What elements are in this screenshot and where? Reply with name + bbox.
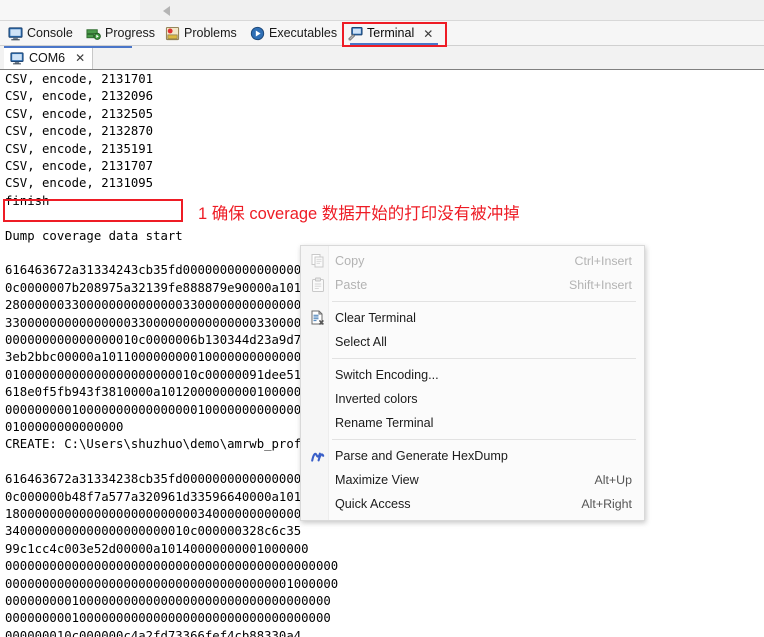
terminal-session-tab-bar: COM6 ✕ <box>0 46 764 70</box>
context-menu-item-inverted-colors[interactable]: Inverted colors <box>301 387 644 411</box>
terminal-output-line: 0000000000000000000000000000000000000000… <box>5 559 339 574</box>
context-menu-item-switch-encoding[interactable]: Switch Encoding... <box>301 363 644 387</box>
context-menu-item-paste: Paste Shift+Insert <box>301 273 644 297</box>
terminal-output-line: 000000010c000000c4a2fd73366fef4cb88330a4 <box>5 628 302 637</box>
context-menu-separator <box>332 358 636 359</box>
terminal-output-line: 0100000000000000 <box>5 420 124 434</box>
terminal-context-menu[interactable]: Copy Ctrl+Insert Paste Shift+Insert Clear Te… <box>300 245 645 521</box>
terminal-output-line: CREATE: C:\Users\shuzhuo\demo\amrwb_prof… <box>5 437 324 452</box>
terminal-output-line: 616463672a31334243cb35fd0000000000000000… <box>5 263 309 278</box>
context-menu-item-clear-terminal[interactable]: Clear Terminal <box>301 306 644 330</box>
tab-console[interactable]: Console <box>8 21 73 46</box>
copy-icon <box>310 253 326 269</box>
context-menu-item-label: Clear Terminal <box>335 311 416 325</box>
terminal-output-line: CSV, encode, 2132505 <box>5 106 154 121</box>
terminal-output-line: 1800000000000000000000000034000000000000… <box>5 507 324 521</box>
context-menu-item-label: Select All <box>335 335 387 349</box>
context-menu-item-label: Paste <box>335 278 368 292</box>
problems-icon <box>165 26 180 41</box>
terminal-session-tab-label: COM6 <box>29 51 66 65</box>
context-menu-item-shortcut: Alt+Right <box>581 497 632 511</box>
annotation-text-1: 1 确保 coverage 数据开始的打印没有被冲掉 <box>198 205 520 223</box>
tab-executables[interactable]: Executables <box>250 21 337 46</box>
context-menu-item-label: Copy <box>335 254 365 268</box>
terminal-output-line: 618e0f5fb943f3810000a1012000000000100000… <box>5 385 309 400</box>
context-menu-item-shortcut: Ctrl+Insert <box>574 254 633 268</box>
clear-terminal-icon <box>310 310 326 326</box>
context-menu-item-quick-access[interactable]: Quick Access Alt+Right <box>301 492 644 516</box>
terminal-output-line: 616463672a31334238cb35fd0000000000000000… <box>5 472 309 487</box>
terminal-session-tab-accent <box>4 46 132 48</box>
context-menu-item-label: Switch Encoding... <box>335 368 439 382</box>
executables-icon <box>250 26 265 41</box>
context-menu-item-shortcut: Shift+Insert <box>568 278 632 292</box>
context-menu-separator <box>332 439 636 440</box>
terminal-output-line: 0000000001000000000000000000000000000000… <box>5 611 331 626</box>
context-menu-item-label: Parse and Generate HexDump <box>335 449 508 463</box>
console-icon <box>8 26 23 41</box>
terminal-output-line: 01000000000000000000000010c00000091dee51… <box>5 367 309 382</box>
terminal-output-line: 2800000033000000000000003300000000000000… <box>5 298 309 313</box>
context-menu-item-select-all[interactable]: Select All <box>301 330 644 354</box>
view-tab-bar: Console Progress Problems Executables Te… <box>0 21 764 46</box>
terminal-output-line: 0000000001000000000000000000000000000000… <box>5 594 331 608</box>
terminal-output-line: CSV, encode, 2131701 <box>5 72 154 86</box>
terminal-session-tab-close-icon[interactable]: ✕ <box>75 52 85 64</box>
terminal-output-line: CSV, encode, 2132870 <box>5 124 154 139</box>
tab-problems-label: Problems <box>184 25 237 40</box>
terminal-output-line: 0c000000b48f7a577a320961d33596640000a101 <box>5 489 302 504</box>
terminal-output-line: finish <box>5 193 50 208</box>
progress-icon <box>86 26 101 41</box>
paste-icon <box>310 277 326 293</box>
terminal-icon <box>348 26 363 41</box>
context-menu-item-maximize-view[interactable]: Maximize View Alt+Up <box>301 468 644 492</box>
workbench-top-strip <box>0 0 764 21</box>
terminal-output-line: 99c1cc4c003e52d00000a1014000000000100000… <box>5 541 309 556</box>
tab-executables-label: Executables <box>269 25 338 40</box>
terminal-monitor-icon <box>10 51 24 65</box>
context-menu-separator <box>332 301 636 302</box>
terminal-output-line: CSV, encode, 2135191 <box>5 141 154 156</box>
left-pane-strip <box>0 0 140 21</box>
terminal-session-tab-com6[interactable]: COM6 ✕ <box>4 46 94 70</box>
context-menu-item-rename-terminal[interactable]: Rename Terminal <box>301 411 644 435</box>
eclipse-terminal-view: Console Progress Problems Executables Te… <box>0 0 764 637</box>
terminal-output-line: CSV, encode, 2132096 <box>5 89 154 104</box>
context-menu-item-label: Maximize View <box>335 473 419 487</box>
context-menu-item-parse-and-generate-hexdump[interactable]: Parse and Generate HexDump <box>301 444 644 468</box>
context-menu-item-shortcut: Alt+Up <box>594 473 632 487</box>
context-menu-item-label: Inverted colors <box>335 392 418 406</box>
context-menu-item-label: Quick Access <box>335 497 411 511</box>
tab-terminal-close-icon[interactable]: ✕ <box>423 28 433 40</box>
terminal-output-line: 0000000000000000000000000000000000000010… <box>5 576 339 591</box>
terminal-output-line: 3400000000000000000000010c000000328c6c35 <box>5 524 302 539</box>
terminal-output-line: CSV, encode, 2131707 <box>5 159 154 173</box>
terminal-output-line: 0c0000007b208975a32139fe888879e90000a101 <box>5 280 302 295</box>
tab-terminal-label: Terminal <box>367 25 415 40</box>
terminal-output-line: 000000000000000010c0000006b130344d23a9d7… <box>5 333 309 347</box>
context-menu-item-copy: Copy Ctrl+Insert <box>301 249 644 273</box>
terminal-output-line: 0000000001000000000000000010000000000000… <box>5 402 324 417</box>
context-menu-item-label: Rename Terminal <box>335 416 434 430</box>
tab-console-label: Console <box>27 25 73 40</box>
collapse-left-arrow-icon[interactable] <box>163 6 170 16</box>
terminal-output-line: 3eb2bbc00000a101100000000010000000000000… <box>5 350 324 365</box>
tab-progress-label: Progress <box>105 25 156 40</box>
terminal-output-line: CSV, encode, 2131095 <box>5 176 154 191</box>
tab-problems[interactable]: Problems <box>165 21 237 46</box>
tab-progress[interactable]: Progress <box>86 21 155 46</box>
terminal-output-line: 3300000000000000033000000000000000330000… <box>5 315 316 330</box>
script-icon <box>310 448 326 464</box>
terminal-output-line: Dump coverage data start <box>5 228 183 243</box>
